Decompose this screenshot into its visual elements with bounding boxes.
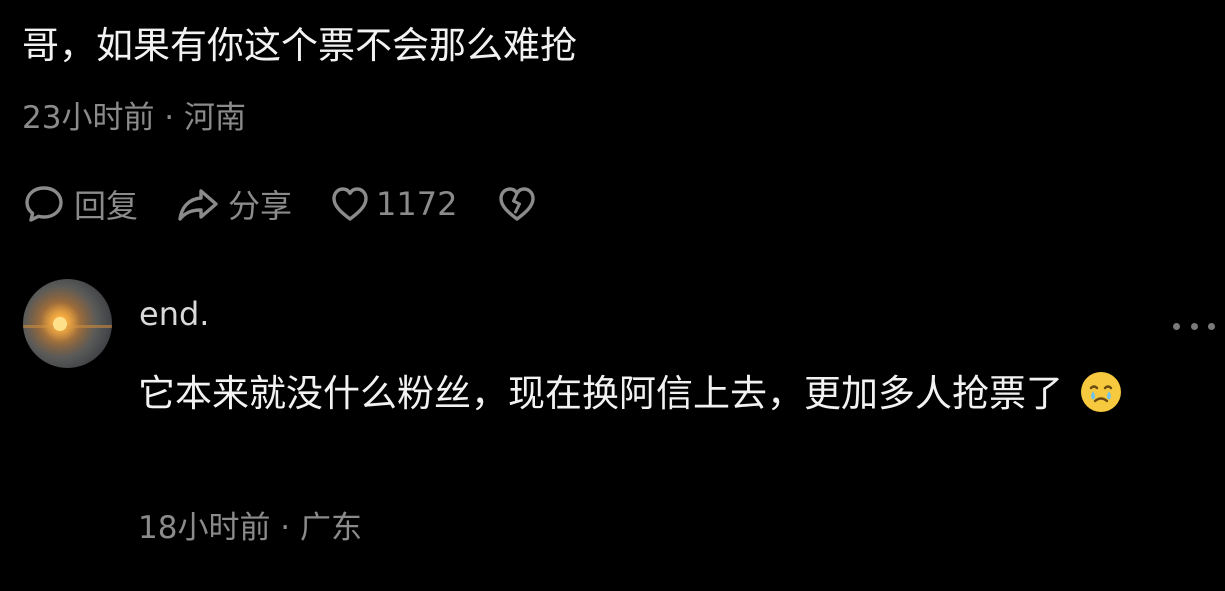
dot bbox=[1208, 322, 1215, 330]
dot bbox=[1173, 322, 1180, 330]
avatar-sun bbox=[53, 317, 67, 331]
reply-username[interactable]: end. bbox=[139, 292, 209, 336]
reply-avatar[interactable] bbox=[23, 279, 112, 368]
crying-face-emoji bbox=[1079, 368, 1123, 412]
reply-label: 回复 bbox=[74, 187, 139, 225]
comment-actions: 回复 分享 1172 bbox=[22, 178, 577, 230]
reply-body: 它本来就没什么粉丝，现在换阿信上去，更加多人抢票了 bbox=[138, 360, 1208, 428]
reply-meta: 18小时前 · 广东 bbox=[138, 510, 363, 546]
dot bbox=[1190, 322, 1198, 330]
avatar-horizon bbox=[23, 325, 112, 328]
share-button[interactable]: 分享 bbox=[176, 181, 292, 227]
comment-text: 哥，如果有你这个票不会那么难抢 bbox=[22, 24, 577, 67]
dislike-button[interactable] bbox=[495, 182, 539, 226]
more-dots-icon[interactable] bbox=[1173, 311, 1215, 341]
comment-meta: 23小时前 · 河南 bbox=[22, 100, 247, 136]
broken-heart-icon bbox=[495, 182, 539, 226]
reply-button[interactable]: 回复 bbox=[22, 181, 138, 227]
speech-bubble-icon bbox=[22, 182, 66, 226]
reply-text: 它本来就没什么粉丝，现在换阿信上去，更加多人抢票了 bbox=[138, 372, 1063, 415]
like-button[interactable]: 1172 bbox=[330, 182, 457, 226]
share-label: 分享 bbox=[228, 187, 293, 225]
heart-icon bbox=[330, 182, 370, 226]
like-count: 1172 bbox=[376, 185, 458, 223]
share-arrow-icon bbox=[176, 182, 220, 226]
